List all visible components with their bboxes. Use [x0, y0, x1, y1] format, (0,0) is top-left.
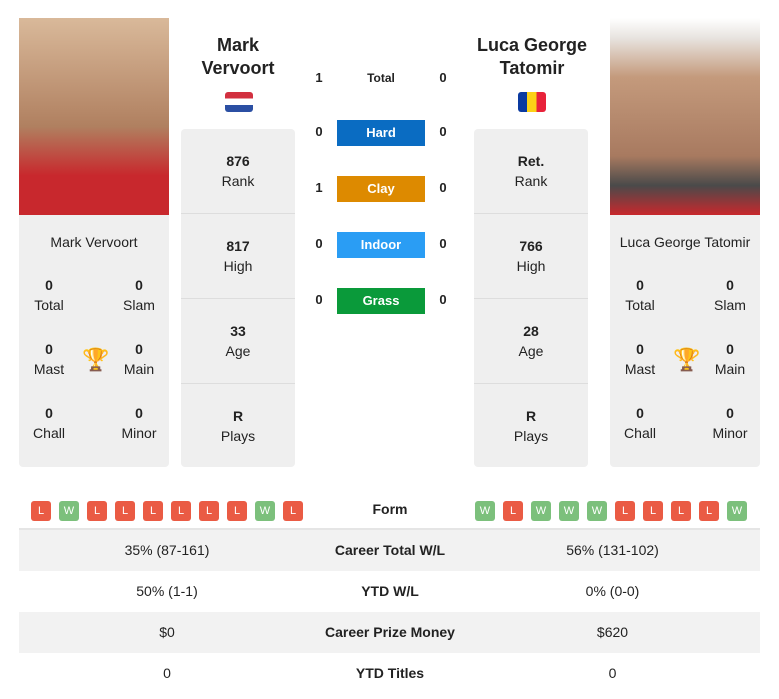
- stat-rank: Ret. Rank: [474, 129, 588, 214]
- stats-card: 876 Rank 817 High 33 Age R Plays: [181, 129, 295, 467]
- stat-main: 0 Main: [123, 341, 155, 377]
- stat-high: 817 High: [181, 214, 295, 299]
- h2h-left: 0: [315, 124, 323, 139]
- form-badge-loss: L: [87, 501, 107, 521]
- h2h-right: 0: [439, 70, 447, 85]
- form-badge-win: W: [59, 501, 79, 521]
- form-badge-loss: L: [283, 501, 303, 521]
- row-label: YTD Titles: [355, 665, 425, 681]
- player-title-left[interactable]: Mark Vervoort: [181, 34, 295, 80]
- form-badge-loss: L: [199, 501, 219, 521]
- surface-hard[interactable]: Hard: [337, 120, 425, 146]
- row-label: YTD W/L: [361, 583, 419, 599]
- value-right: $620: [596, 624, 629, 640]
- h2h-left: 1: [315, 180, 323, 195]
- h2h-right: 0: [439, 236, 447, 251]
- stat-minor: 0 Minor: [712, 405, 748, 441]
- h2h-right: 0: [439, 292, 447, 307]
- form-badge-win: W: [587, 501, 607, 521]
- stat-high: 766 High: [474, 214, 588, 299]
- player-photo-right: [610, 18, 760, 215]
- stat-plays: R Plays: [474, 384, 588, 467]
- form-badge-loss: L: [115, 501, 135, 521]
- surface-indoor[interactable]: Indoor: [337, 232, 425, 258]
- form-right: WLWWWLLLLW: [475, 489, 765, 530]
- form-badge-loss: L: [615, 501, 635, 521]
- stats-card: Ret. Rank 766 High 28 Age R Plays: [474, 129, 588, 467]
- row-label: Career Total W/L: [334, 542, 446, 558]
- form-badge-win: W: [531, 501, 551, 521]
- form-badge-loss: L: [699, 501, 719, 521]
- surface-total[interactable]: Total: [337, 65, 425, 91]
- row-label: Career Prize Money: [325, 624, 455, 640]
- stat-total: 0 Total: [34, 277, 64, 313]
- stat-slam: 0 Slam: [714, 277, 746, 313]
- player-card: Mark Vervoort 0 Total 0 Slam 0 Mast 0 Main 0 Chall…: [19, 215, 169, 467]
- form-row: LWLLLLLLWL Form WLWWWLLLLW: [19, 489, 760, 530]
- stat-main: 0 Main: [714, 341, 746, 377]
- player-photo-left: [19, 18, 169, 215]
- stat-rank: 876 Rank: [181, 129, 295, 214]
- stat-slam: 0 Slam: [123, 277, 155, 313]
- trophy-icon: 🏆: [673, 347, 701, 372]
- form-badge-win: W: [255, 501, 275, 521]
- stat-mast: 0 Mast: [33, 341, 65, 377]
- surface-grass[interactable]: Grass: [337, 288, 425, 314]
- h2h-left: 1: [315, 70, 323, 85]
- value-left: 35% (87-161): [124, 542, 210, 558]
- comparison-row: 35% (87-161) Career Total W/L 56% (131-1…: [19, 530, 760, 571]
- stat-mast: 0 Mast: [624, 341, 656, 377]
- comparison-row: $0 Career Prize Money $620: [19, 612, 760, 653]
- flag-romania-icon: [518, 92, 546, 112]
- h2h-right: 0: [439, 124, 447, 139]
- form-badge-win: W: [559, 501, 579, 521]
- player-card: Luca George Tatomir 0 Total 0 Slam 0 Mast 0 Main…: [610, 215, 760, 467]
- form-badge-win: W: [475, 501, 495, 521]
- flag-netherlands-icon: [225, 92, 253, 112]
- form-label: Form: [372, 501, 408, 517]
- form-badge-loss: L: [143, 501, 163, 521]
- player-name[interactable]: Luca George Tatomir: [610, 234, 760, 250]
- stat-age: 28 Age: [474, 299, 588, 384]
- trophy-icon: 🏆: [82, 347, 110, 372]
- comparison-row: 50% (1-1) YTD W/L 0% (0-0): [19, 571, 760, 612]
- form-badge-loss: L: [503, 501, 523, 521]
- value-right: 0: [608, 665, 617, 681]
- form-badge-loss: L: [671, 501, 691, 521]
- stat-plays: R Plays: [181, 384, 295, 467]
- comparison-row: 0 YTD Titles 0: [19, 653, 760, 694]
- value-right: 0% (0-0): [585, 583, 640, 599]
- value-left: 50% (1-1): [136, 583, 198, 599]
- form-badge-loss: L: [171, 501, 191, 521]
- surface-clay[interactable]: Clay: [337, 176, 425, 202]
- value-right: 56% (131-102): [566, 542, 659, 558]
- form-left: LWLLLLLLWL: [31, 489, 321, 530]
- h2h-right: 0: [439, 180, 447, 195]
- h2h-left: 0: [315, 236, 323, 251]
- h2h-left: 0: [315, 292, 323, 307]
- stat-chall: 0 Chall: [33, 405, 65, 441]
- stat-age: 33 Age: [181, 299, 295, 384]
- value-left: 0: [163, 665, 171, 681]
- stat-minor: 0 Minor: [121, 405, 157, 441]
- form-badge-loss: L: [643, 501, 663, 521]
- stat-chall: 0 Chall: [624, 405, 656, 441]
- player-name[interactable]: Mark Vervoort: [19, 234, 169, 250]
- form-badge-win: W: [727, 501, 747, 521]
- player-title-right[interactable]: Luca George Tatomir: [462, 34, 602, 80]
- form-badge-loss: L: [31, 501, 51, 521]
- value-left: $0: [159, 624, 175, 640]
- form-badge-loss: L: [227, 501, 247, 521]
- stat-total: 0 Total: [625, 277, 655, 313]
